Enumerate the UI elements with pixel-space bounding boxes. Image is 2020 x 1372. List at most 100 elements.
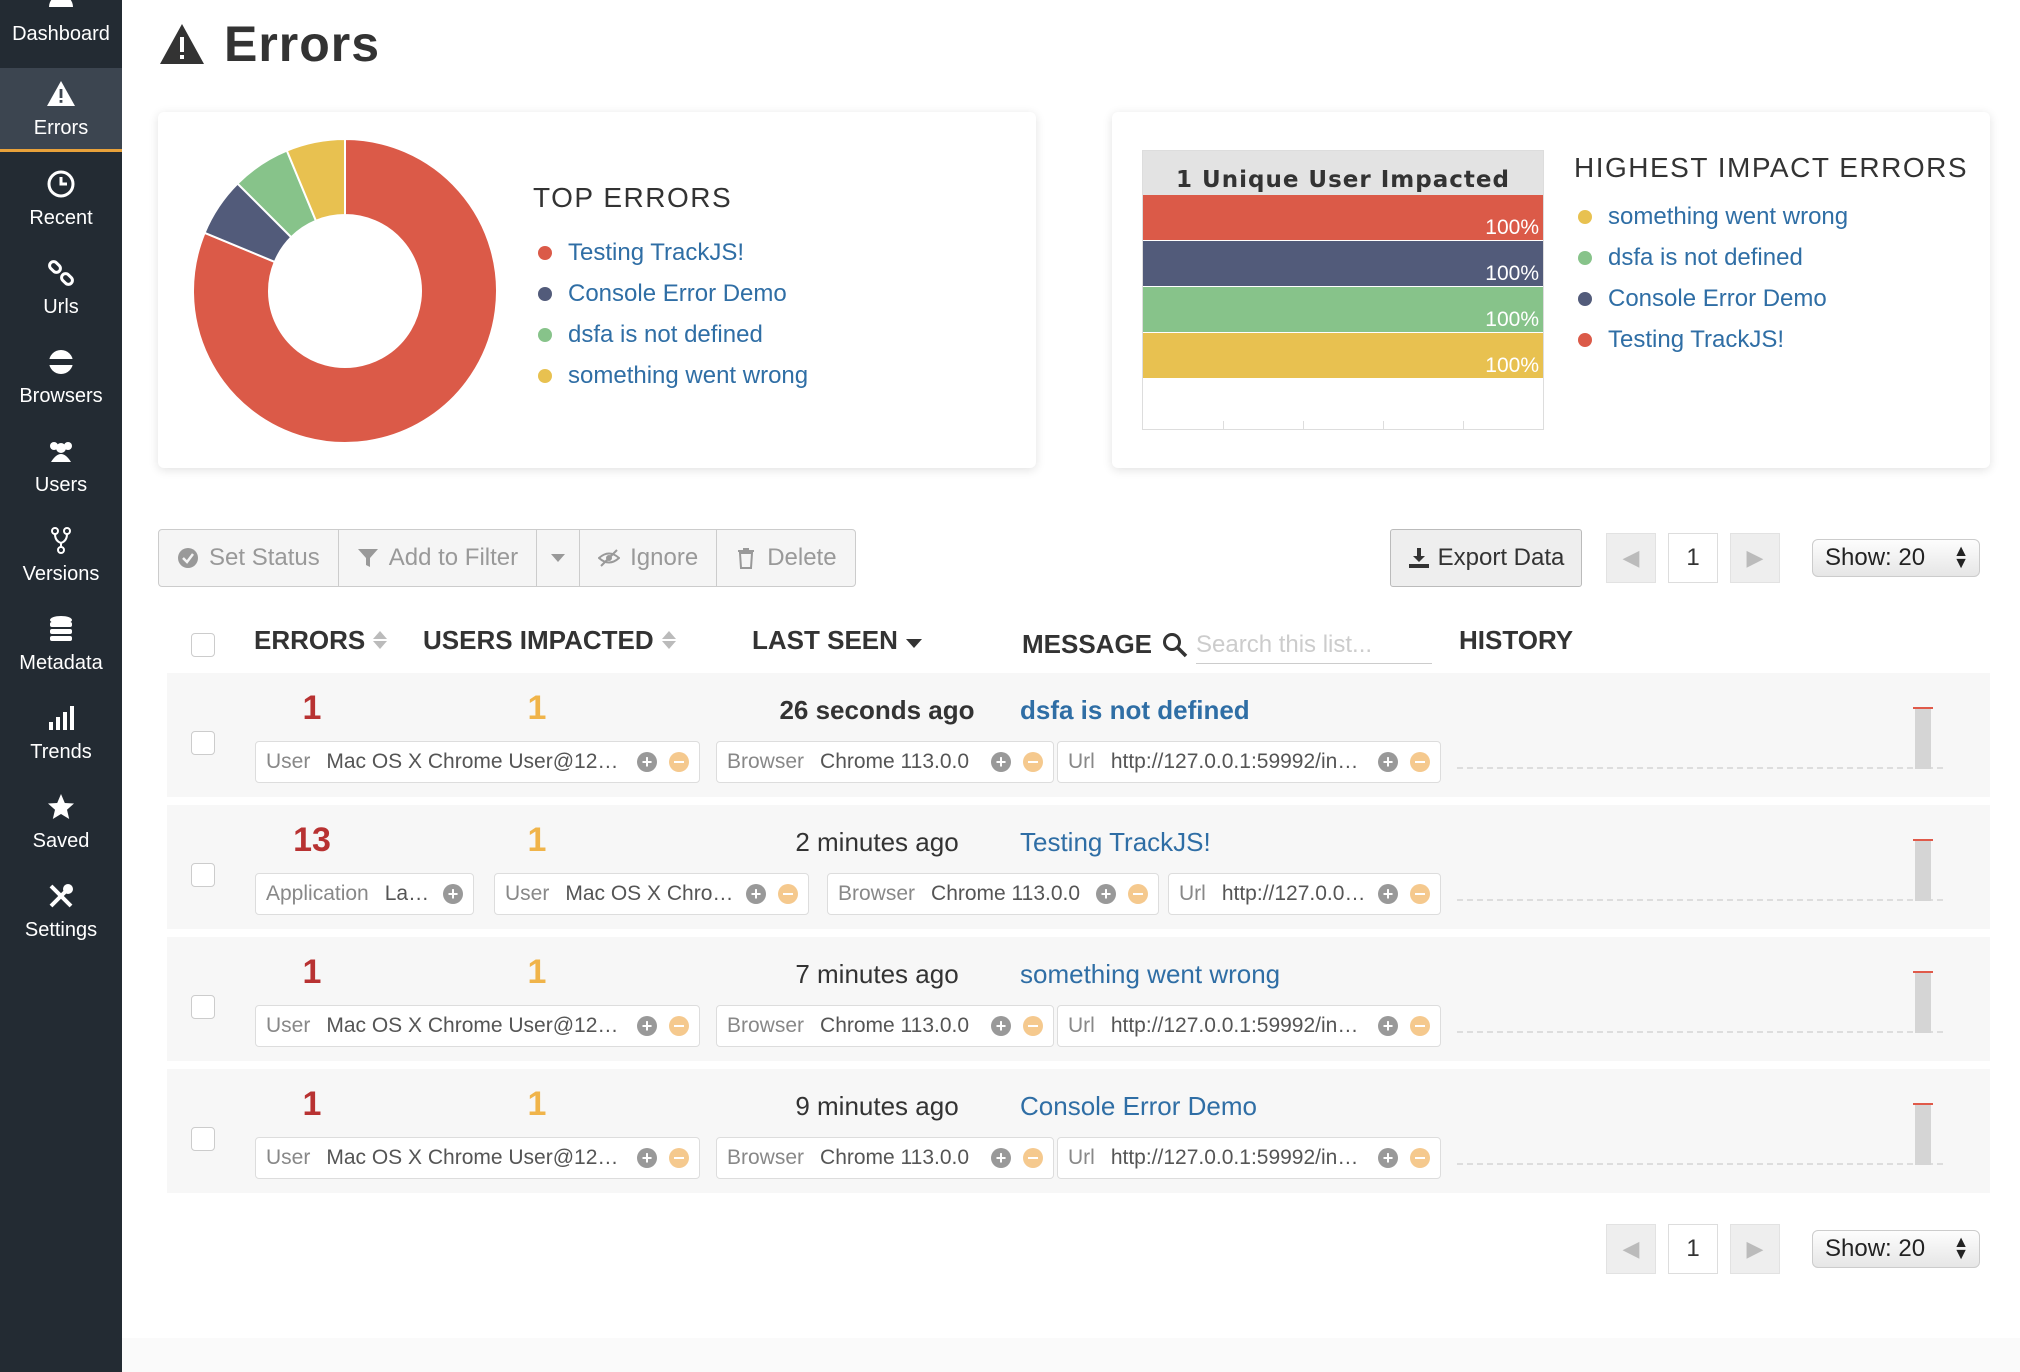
set-status-button[interactable]: Set Status — [159, 530, 339, 586]
minus-circle-icon[interactable] — [1410, 752, 1430, 772]
history-column-header: HISTORY — [1459, 622, 1573, 658]
ignore-button[interactable]: Ignore — [580, 530, 718, 586]
tag-value: Chrome 113.0.0 — [820, 1146, 970, 1169]
eye-slash-icon — [598, 549, 621, 567]
row-checkbox[interactable] — [191, 1127, 215, 1151]
minus-circle-icon[interactable] — [1023, 1016, 1043, 1036]
plus-circle-icon[interactable]: + — [637, 1148, 657, 1168]
errors-column-header[interactable]: ERRORS — [254, 622, 388, 658]
select-all-checkbox[interactable] — [191, 633, 215, 657]
row-checkbox[interactable] — [191, 863, 215, 887]
sidebar-item-settings[interactable]: Settings — [0, 868, 122, 952]
filter-icon — [357, 549, 378, 567]
plus-circle-icon[interactable]: + — [991, 1148, 1011, 1168]
minus-circle-icon[interactable] — [669, 1016, 689, 1036]
users-impacted-column-header[interactable]: USERS IMPACTED — [423, 622, 676, 658]
last-seen: 7 minutes ago — [795, 959, 959, 989]
sidebar-item-dashboard[interactable]: Dashboard — [0, 0, 122, 56]
page-number[interactable]: 1 — [1668, 1224, 1718, 1274]
plus-circle-icon[interactable]: + — [1378, 1148, 1398, 1168]
plus-circle-icon[interactable]: + — [746, 884, 766, 904]
users-impacted-count: 1 — [527, 953, 547, 991]
minus-circle-icon[interactable] — [669, 1148, 689, 1168]
row-checkbox[interactable] — [191, 731, 215, 755]
sidebar-item-saved[interactable]: Saved — [0, 779, 122, 863]
plus-circle-icon[interactable]: + — [991, 752, 1011, 772]
next-page-button[interactable]: ▶ — [1730, 1224, 1780, 1274]
table-row[interactable]: 1 1 9 minutes ago Console Error Demo Use… — [167, 1069, 1990, 1193]
plus-circle-icon[interactable]: + — [443, 884, 463, 904]
plus-circle-icon[interactable]: + — [991, 1016, 1011, 1036]
minus-circle-icon[interactable] — [1410, 1148, 1430, 1168]
minus-circle-icon[interactable] — [1410, 884, 1430, 904]
next-page-button[interactable]: ▶ — [1730, 533, 1780, 583]
legend-item[interactable]: something went wrong — [1578, 196, 1848, 237]
error-message-link[interactable]: something went wrong — [1020, 959, 1280, 990]
search-input[interactable] — [1196, 626, 1432, 664]
tools-icon — [44, 879, 78, 913]
top-errors-panel: TOP ERRORS Testing TrackJS! Console Erro… — [158, 112, 1036, 468]
error-message-link[interactable]: Console Error Demo — [1020, 1091, 1257, 1122]
error-count: 13 — [293, 821, 331, 859]
legend-item[interactable]: Console Error Demo — [538, 273, 808, 314]
history-baseline — [1457, 767, 1943, 769]
legend-item[interactable]: something went wrong — [538, 355, 808, 396]
page-number[interactable]: 1 — [1668, 533, 1718, 583]
sidebar-item-recent[interactable]: Recent — [0, 156, 122, 240]
updown-arrows-icon: ▲ ▼ — [1953, 1234, 1969, 1263]
legend-item[interactable]: dsfa is not defined — [1578, 237, 1848, 278]
page-size-select[interactable]: Show: 20 ▲ ▼ — [1812, 1230, 1980, 1268]
legend-item[interactable]: Testing TrackJS! — [538, 232, 808, 273]
plus-circle-icon[interactable]: + — [1096, 884, 1116, 904]
prev-page-button[interactable]: ◀ — [1606, 533, 1656, 583]
table-row[interactable]: 1 1 7 minutes ago something went wrong U… — [167, 937, 1990, 1061]
export-data-label: Export Data — [1437, 544, 1565, 571]
impact-bar-1[interactable]: 100% — [1143, 241, 1543, 286]
row-checkbox[interactable] — [191, 995, 215, 1019]
sidebar-item-users[interactable]: Users — [0, 423, 122, 507]
sidebar-item-trends[interactable]: Trends — [0, 690, 122, 774]
plus-circle-icon[interactable]: + — [1378, 752, 1398, 772]
tag-url: Url http://127.0.0.1:59992/ind... + — [1057, 741, 1441, 783]
add-to-filter-dropdown[interactable] — [537, 530, 581, 586]
minus-circle-icon[interactable] — [669, 752, 689, 772]
minus-circle-icon[interactable] — [1128, 884, 1148, 904]
impact-bar-3[interactable]: 100% — [1143, 333, 1543, 378]
legend-item[interactable]: dsfa is not defined — [538, 314, 808, 355]
minus-circle-icon[interactable] — [1023, 1148, 1043, 1168]
sidebar-item-browsers[interactable]: Browsers — [0, 334, 122, 418]
page-size-select[interactable]: Show: 20 ▲ ▼ — [1812, 539, 1980, 577]
plus-circle-icon[interactable]: + — [1378, 1016, 1398, 1036]
impact-bar-0[interactable]: 100% — [1143, 195, 1543, 240]
table-row[interactable]: 1 1 26 seconds ago dsfa is not defined U… — [167, 673, 1990, 797]
error-message-link[interactable]: Testing TrackJS! — [1020, 827, 1211, 858]
minus-circle-icon[interactable] — [778, 884, 798, 904]
export-data-button[interactable]: Export Data — [1390, 529, 1582, 587]
minus-circle-icon[interactable] — [1023, 752, 1043, 772]
legend-label: dsfa is not defined — [568, 320, 763, 348]
pagination-top: ◀ 1 ▶ — [1606, 532, 1780, 584]
sidebar-item-urls[interactable]: Urls — [0, 245, 122, 329]
impact-bar-2[interactable]: 100% — [1143, 287, 1543, 332]
sidebar-item-metadata[interactable]: Metadata — [0, 601, 122, 685]
plus-circle-icon[interactable]: + — [637, 752, 657, 772]
legend-item[interactable]: Testing TrackJS! — [1578, 319, 1848, 360]
sidebar-item-label: Users — [34, 473, 88, 496]
add-to-filter-button[interactable]: Add to Filter — [339, 530, 538, 586]
delete-button[interactable]: Delete — [717, 530, 854, 586]
legend-label: Console Error Demo — [568, 279, 787, 307]
sidebar-item-errors[interactable]: Errors — [0, 68, 122, 152]
ignore-label: Ignore — [630, 544, 699, 571]
history-bar — [1913, 1103, 1933, 1165]
plus-circle-icon[interactable]: + — [1378, 884, 1398, 904]
minus-circle-icon[interactable] — [1410, 1016, 1430, 1036]
sidebar-item-versions[interactable]: Versions — [0, 512, 122, 596]
caret-down-icon — [551, 554, 566, 562]
plus-circle-icon[interactable]: + — [637, 1016, 657, 1036]
legend-item[interactable]: Console Error Demo — [1578, 278, 1848, 319]
table-row[interactable]: 13 1 2 minutes ago Testing TrackJS! Appl… — [167, 805, 1990, 929]
prev-page-button[interactable]: ◀ — [1606, 1224, 1656, 1274]
legend-label: Testing TrackJS! — [1608, 325, 1785, 353]
last-seen-column-header[interactable]: LAST SEEN — [752, 622, 922, 658]
error-message-link[interactable]: dsfa is not defined — [1020, 695, 1250, 726]
